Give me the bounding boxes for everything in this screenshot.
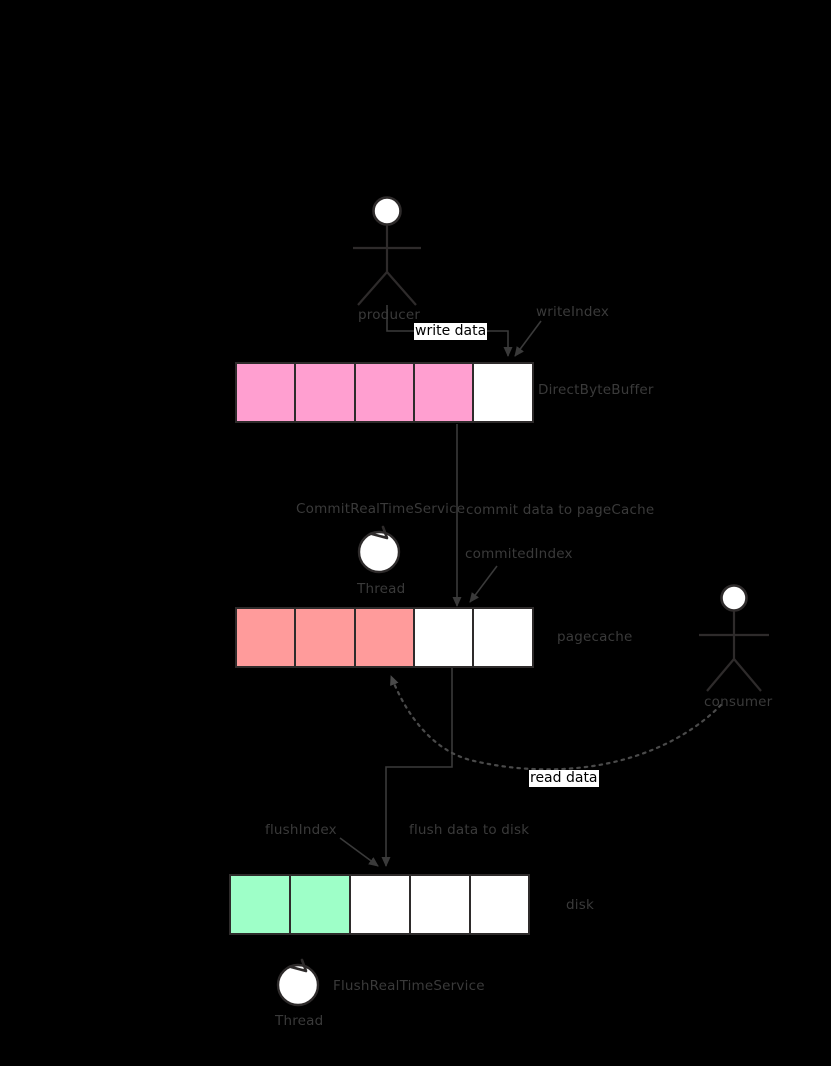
cell-fill	[415, 364, 472, 421]
row-directbytebuffer-cell[interactable]	[415, 364, 474, 421]
cell-fill	[296, 364, 354, 421]
commit-thread-icon	[357, 525, 401, 574]
pointer-commited-index	[469, 565, 498, 603]
row-disk-cell[interactable]	[231, 876, 291, 933]
cell-fill	[237, 609, 294, 666]
row-directbytebuffer-cell[interactable]	[296, 364, 356, 421]
commit-data-edge-label: commit data to pageCache	[466, 502, 655, 518]
consumer-figure	[699, 584, 769, 692]
flush-service-label: FlushRealTimeService	[333, 978, 485, 994]
row-directbytebuffer-label: DirectByteBuffer	[538, 382, 654, 398]
row-directbytebuffer-cell[interactable]	[474, 364, 532, 421]
row-directbytebuffer-cell[interactable]	[356, 364, 415, 421]
row-directbytebuffer	[235, 362, 534, 423]
row-pagecache-cell[interactable]	[415, 609, 474, 666]
cell-fill	[296, 609, 354, 666]
row-directbytebuffer-cell[interactable]	[237, 364, 296, 421]
cell-fill	[471, 876, 528, 933]
flush-thread-icon	[276, 958, 320, 1007]
commited-index-label: commitedIndex	[465, 546, 573, 562]
row-pagecache-label: pagecache	[557, 629, 633, 645]
flush-index-label: flushIndex	[265, 822, 337, 838]
row-disk-label: disk	[566, 897, 594, 913]
pointer-write-index	[514, 320, 542, 357]
commit-service-label: CommitRealTimeService	[296, 501, 466, 517]
producer-figure	[353, 196, 421, 306]
cell-fill	[474, 364, 532, 421]
row-disk-cell[interactable]	[291, 876, 351, 933]
row-pagecache-cell[interactable]	[296, 609, 356, 666]
row-disk	[229, 874, 530, 935]
consumer-label: consumer	[704, 694, 773, 710]
flush-thread-label: Thread	[275, 1013, 324, 1029]
row-pagecache-cell[interactable]	[356, 609, 415, 666]
pointer-flush-index	[339, 837, 379, 867]
cell-fill	[231, 876, 289, 933]
cell-fill	[474, 609, 532, 666]
cell-fill	[237, 364, 294, 421]
flush-data-edge-label: flush data to disk	[409, 822, 530, 838]
cell-fill	[356, 364, 413, 421]
cell-fill	[356, 609, 413, 666]
row-disk-cell[interactable]	[411, 876, 471, 933]
cell-fill	[415, 609, 472, 666]
row-pagecache	[235, 607, 534, 668]
commit-thread-label: Thread	[357, 581, 406, 597]
edge-read-data	[389, 674, 723, 771]
write-index-label: writeIndex	[536, 304, 610, 320]
diagram-canvas: producer consumer DirectByteBuffer pagec…	[0, 0, 831, 1066]
read-data-edge-label: read data	[529, 770, 599, 787]
write-data-edge-label: write data	[414, 323, 488, 340]
row-disk-cell[interactable]	[351, 876, 411, 933]
producer-label: producer	[358, 307, 421, 323]
row-pagecache-cell[interactable]	[237, 609, 296, 666]
row-disk-cell[interactable]	[471, 876, 528, 933]
cell-fill	[291, 876, 349, 933]
cell-fill	[351, 876, 409, 933]
cell-fill	[411, 876, 469, 933]
row-pagecache-cell[interactable]	[474, 609, 532, 666]
